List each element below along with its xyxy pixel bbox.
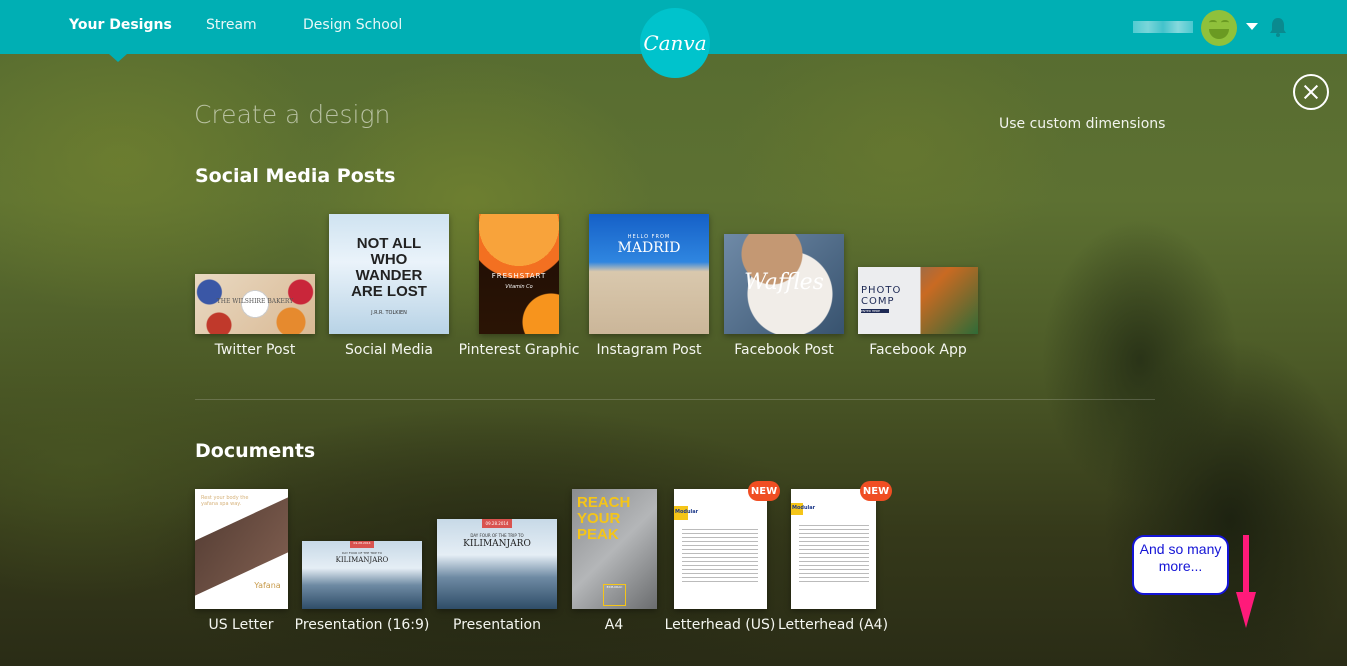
- thumb-instagram-post[interactable]: HELLO FROM MADRID: [589, 214, 709, 334]
- tile-label-letterhead-us[interactable]: Letterhead (US): [665, 617, 776, 633]
- thumb-text: PHOTO COMP: [861, 285, 902, 307]
- thumb-facebook-post[interactable]: Waffles: [724, 234, 844, 334]
- custom-dimensions-link[interactable]: Use custom dimensions: [999, 116, 1165, 132]
- thumb-facebook-app[interactable]: PHOTO COMP ENTER HERE: [858, 267, 978, 334]
- thumb-twitter-post[interactable]: THE WILSHIRE BAKERY: [195, 274, 315, 334]
- tile-label-presentation-16-9[interactable]: Presentation (16:9): [295, 617, 430, 633]
- tile-label-instagram-post[interactable]: Instagram Post: [597, 342, 702, 358]
- thumb-social-media[interactable]: NOT ALL WHO WANDER ARE LOST J.R.R. TOLKI…: [329, 214, 449, 334]
- thumb-subtext: ENTER HERE: [861, 309, 889, 313]
- thumb-subtext: EXPLORAC: [603, 584, 626, 606]
- tile-label-twitter-post[interactable]: Twitter Post: [215, 342, 296, 358]
- thumb-text: FRESHSTART: [491, 272, 547, 280]
- thumb-presentation-16-9[interactable]: 09.28.2014 DAY FOUR OF THE TRIP TO KILIM…: [302, 541, 422, 609]
- thumb-subtext: DAY FOUR OF THE TRIP TO: [470, 533, 524, 538]
- thumb-text: KILIMANJARO: [335, 556, 389, 564]
- thumb-pinterest-graphic[interactable]: FRESHSTART Vitamin Co: [479, 214, 559, 334]
- annotation-callout: And so many more...: [1132, 535, 1229, 595]
- thumb-text: Modular: [675, 509, 699, 515]
- thumb-subtext: Rest your body the yafana spa way.: [201, 495, 249, 507]
- avatar-eye-icon: [1221, 20, 1229, 25]
- thumb-text: NOT ALL WHO WANDER ARE LOST: [351, 235, 427, 300]
- thumb-date: 09.28.2014: [482, 519, 512, 528]
- thumb-letterhead-us[interactable]: Modular: [674, 489, 767, 609]
- close-icon[interactable]: [1293, 74, 1329, 110]
- thumb-text: THE WILSHIRE BAKERY: [216, 298, 294, 305]
- bell-icon[interactable]: [1267, 16, 1289, 38]
- new-badge: NEW: [860, 481, 892, 501]
- canva-logo[interactable]: Canva: [640, 8, 710, 78]
- thumb-a4[interactable]: REACH YOUR PEAK EXPLORAC: [572, 489, 657, 609]
- username-redacted[interactable]: [1133, 21, 1193, 33]
- tile-label-facebook-app[interactable]: Facebook App: [869, 342, 967, 358]
- annotation-arrow-head-icon: [1236, 592, 1256, 628]
- section-title-social-media: Social Media Posts: [195, 165, 396, 187]
- tile-label-pinterest-graphic[interactable]: Pinterest Graphic: [459, 342, 580, 358]
- tile-label-facebook-post[interactable]: Facebook Post: [734, 342, 834, 358]
- thumb-text: REACH YOUR PEAK: [577, 494, 631, 543]
- tile-label-us-letter[interactable]: US Letter: [208, 617, 273, 633]
- thumb-us-letter[interactable]: Rest your body the yafana spa way. Yafan…: [195, 489, 288, 609]
- thumb-subtext: J.R.R. TOLKIEN: [371, 310, 407, 316]
- account-dropdown-icon[interactable]: [1246, 23, 1258, 30]
- thumb-body-lines: [799, 525, 869, 585]
- thumb-presentation[interactable]: 09.28.2014 DAY FOUR OF THE TRIP TO KILIM…: [437, 519, 557, 609]
- avatar[interactable]: [1201, 10, 1237, 46]
- avatar-eye-icon: [1209, 20, 1217, 25]
- active-nav-indicator: [109, 54, 127, 62]
- thumb-date: 09.28.2014: [350, 541, 374, 548]
- section-divider: [195, 399, 1155, 400]
- tile-label-social-media[interactable]: Social Media: [345, 342, 433, 358]
- thumb-text: KILIMANJARO: [463, 539, 531, 549]
- thumb-text: Waffles: [744, 270, 824, 295]
- tile-label-a4[interactable]: A4: [605, 617, 623, 633]
- thumb-subtext: Vitamin Co: [505, 284, 533, 290]
- thumb-body-lines: [682, 529, 758, 584]
- section-title-documents: Documents: [195, 440, 316, 462]
- new-badge: NEW: [748, 481, 780, 501]
- nav-design-school[interactable]: Design School: [303, 17, 402, 33]
- page-title: Create a design: [194, 100, 391, 129]
- thumb-text: Yafana: [254, 581, 281, 590]
- thumb-text: MADRID: [617, 240, 681, 256]
- tile-label-letterhead-a4[interactable]: Letterhead (A4): [778, 617, 888, 633]
- avatar-mouth-icon: [1209, 29, 1229, 39]
- nav-stream[interactable]: Stream: [206, 17, 257, 33]
- thumb-text: Modular: [792, 505, 816, 511]
- thumb-letterhead-a4[interactable]: Modular: [791, 489, 876, 609]
- thumb-subtext: DAY FOUR OF THE TRIP TO: [342, 551, 382, 555]
- logo-text: Canva: [643, 31, 707, 55]
- annotation-arrow-down-icon: [1243, 535, 1249, 595]
- tile-label-presentation[interactable]: Presentation: [453, 617, 541, 633]
- nav-your-designs[interactable]: Your Designs: [69, 17, 172, 33]
